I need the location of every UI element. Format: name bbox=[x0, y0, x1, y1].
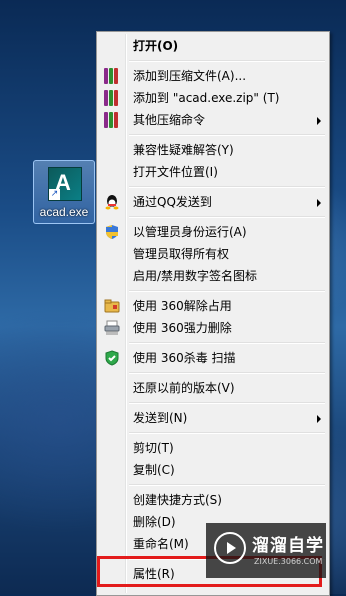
menu-separator bbox=[129, 432, 325, 434]
menu-item-toggle-signature-icon[interactable]: 启用/禁用数字签名图标 bbox=[99, 265, 327, 287]
menu-item-360-antivirus-scan[interactable]: 使用 360杀毒 扫描 bbox=[99, 347, 327, 369]
menu-item-add-to-archive[interactable]: 添加到压缩文件(A)... bbox=[99, 65, 327, 87]
submenu-arrow-icon bbox=[317, 117, 321, 125]
360-unlock-icon bbox=[104, 298, 120, 314]
desktop-file-icon[interactable]: A ↗ acad.exe bbox=[33, 160, 95, 224]
menu-item-run-as-admin[interactable]: 以管理员身份运行(A) bbox=[99, 221, 327, 243]
menu-item-restore-previous-versions[interactable]: 还原以前的版本(V) bbox=[99, 377, 327, 399]
menu-item-360-unlock[interactable]: 使用 360解除占用 bbox=[99, 295, 327, 317]
menu-separator bbox=[129, 60, 325, 62]
menu-item-open[interactable]: 打开(O) bbox=[99, 35, 327, 57]
menu-item-360-force-delete[interactable]: 使用 360强力删除 bbox=[99, 317, 327, 339]
menu-separator bbox=[129, 372, 325, 374]
qq-icon bbox=[104, 194, 120, 210]
menu-separator bbox=[129, 216, 325, 218]
menu-separator bbox=[129, 342, 325, 344]
menu-separator bbox=[129, 290, 325, 292]
menu-item-other-compress[interactable]: 其他压缩命令 bbox=[99, 109, 327, 131]
watermark-url: ZIXUE.3066.COM bbox=[254, 557, 323, 566]
menu-item-take-ownership[interactable]: 管理员取得所有权 bbox=[99, 243, 327, 265]
submenu-arrow-icon bbox=[317, 199, 321, 207]
context-menu: 打开(O) 添加到压缩文件(A)... 添加到 "acad.exe.zip" (… bbox=[96, 31, 330, 596]
submenu-arrow-icon bbox=[317, 415, 321, 423]
uac-shield-icon bbox=[104, 224, 120, 240]
shredder-icon bbox=[104, 320, 120, 336]
autocad-app-icon: A ↗ bbox=[48, 167, 82, 201]
winrar-icon bbox=[104, 68, 120, 84]
winrar-icon bbox=[104, 112, 120, 128]
menu-separator bbox=[129, 186, 325, 188]
menu-separator bbox=[129, 134, 325, 136]
menu-item-create-shortcut[interactable]: 创建快捷方式(S) bbox=[99, 489, 327, 511]
menu-item-cut[interactable]: 剪切(T) bbox=[99, 437, 327, 459]
shortcut-arrow-icon: ↗ bbox=[49, 189, 60, 200]
winrar-icon bbox=[104, 90, 120, 106]
menu-separator bbox=[129, 484, 325, 486]
360-antivirus-icon bbox=[104, 350, 120, 366]
menu-item-copy[interactable]: 复制(C) bbox=[99, 459, 327, 481]
menu-item-send-to[interactable]: 发送到(N) bbox=[99, 407, 327, 429]
menu-separator bbox=[129, 402, 325, 404]
menu-item-open-file-location[interactable]: 打开文件位置(I) bbox=[99, 161, 327, 183]
menu-item-add-to-zip[interactable]: 添加到 "acad.exe.zip" (T) bbox=[99, 87, 327, 109]
play-icon bbox=[214, 532, 246, 564]
desktop-file-label: acad.exe bbox=[39, 205, 89, 219]
watermark-title: 溜溜自学 bbox=[252, 536, 324, 556]
menu-item-compat-troubleshoot[interactable]: 兼容性疑难解答(Y) bbox=[99, 139, 327, 161]
menu-item-send-via-qq[interactable]: 通过QQ发送到 bbox=[99, 191, 327, 213]
watermark-logo: 溜溜自学 ZIXUE.3066.COM bbox=[206, 523, 326, 578]
